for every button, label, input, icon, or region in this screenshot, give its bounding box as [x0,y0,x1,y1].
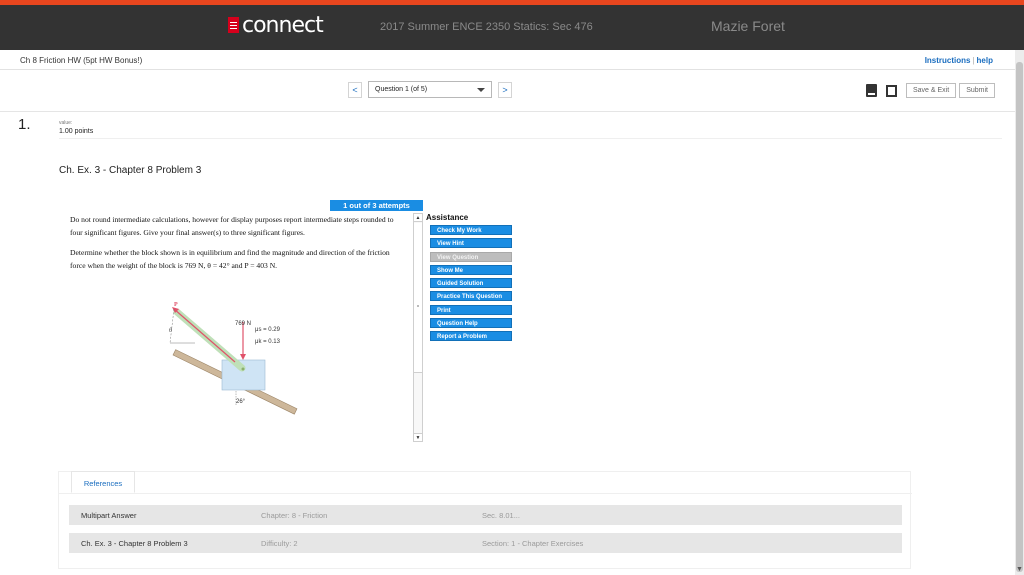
ref-section: Sec. 8.01... [482,511,520,520]
label-theta: θ [169,328,172,334]
ref-type: Multipart Answer [81,511,137,520]
logo-text: connect [242,12,324,38]
connect-logo[interactable]: connect [228,12,324,38]
mcgraw-hill-badge-icon [228,17,239,33]
question-number: 1. [18,116,31,133]
question-select-value: Question 1 (of 5) [375,86,428,93]
problem-text: Do not round intermediate calculations, … [70,213,405,279]
instructions-link[interactable]: Instructions [925,56,971,65]
question-help-button[interactable]: Question Help [430,318,512,329]
problem-title: Ch. Ex. 3 - Chapter 8 Problem 3 [59,165,202,176]
question-navigation: < Question 1 (of 5) > [348,81,512,98]
table-row: Ch. Ex. 3 - Chapter 8 Problem 3 Difficul… [69,533,902,553]
label-incline-angle: 26° [236,399,246,405]
scroll-down-icon[interactable]: ▼ [414,433,422,441]
help-links: Instructions | help [925,56,993,65]
print-icon[interactable] [886,84,897,97]
assistance-title: Assistance [426,213,469,222]
scroll-thumb[interactable] [1016,62,1023,572]
help-link[interactable]: help [977,56,993,65]
submit-button[interactable]: Submit [959,83,995,98]
ref-section: Section: 1 - Chapter Exercises [482,539,584,548]
top-header: connect 2017 Summer ENCE 2350 Statics: S… [0,0,1024,50]
ebook-icon[interactable] [866,84,877,97]
ref-type: Ch. Ex. 3 - Chapter 8 Problem 3 [81,539,188,548]
label-mu-k: μk = 0.13 [255,339,281,345]
show-me-button[interactable]: Show Me [430,264,512,275]
problem-figure: P θ 769 N μs = 0.29 μk = 0.13 26° [169,302,298,415]
attempts-badge: 1 out of 3 attempts [330,200,423,211]
question-scrollbar[interactable]: ▲ ▼ [413,213,423,442]
divider [0,111,1015,112]
prev-question-button[interactable]: < [348,81,362,98]
view-hint-button[interactable]: View Hint [430,238,512,249]
course-title: 2017 Summer ENCE 2350 Statics: Sec 476 [380,21,593,33]
ref-chapter: Chapter: 8 - Friction [261,511,328,520]
scroll-down-icon[interactable]: ▼ [1016,566,1023,573]
scroll-up-icon[interactable]: ▲ [414,214,422,222]
chevron-down-icon [477,88,485,92]
assignment-title: Ch 8 Friction HW (5pt HW Bonus!) [20,56,143,65]
references-panel: References Multipart Answer Chapter: 8 -… [58,471,912,569]
user-name[interactable]: Mazie Foret [711,18,785,34]
scroll-thumb[interactable] [414,223,422,373]
ref-difficulty: Difficulty: 2 [261,539,298,548]
print-button[interactable]: Print [430,304,512,315]
instructions-paragraph: Do not round intermediate calculations, … [70,215,394,237]
table-row: Multipart Answer Chapter: 8 - Friction S… [69,505,902,525]
link-separator: | [972,56,975,65]
report-problem-button[interactable]: Report a Problem [430,331,512,342]
question-select[interactable]: Question 1 (of 5) [368,81,492,98]
value-label: value: [59,120,73,126]
guided-solution-button[interactable]: Guided Solution [430,278,512,289]
practice-question-button[interactable]: Practice This Question [430,291,512,302]
tab-references[interactable]: References [71,471,135,493]
view-question-button: View Question [430,251,512,262]
page-scrollbar[interactable]: ▼ [1015,50,1024,575]
toolbar: Save & Exit Submit [866,83,998,98]
divider [59,138,1002,139]
check-my-work-button[interactable]: Check My Work [430,225,512,235]
points-value: 1.00 points [59,128,94,135]
save-exit-button[interactable]: Save & Exit [906,83,957,98]
problem-statement: Determine whether the block shown is in … [70,248,390,270]
assignment-bar: Ch 8 Friction HW (5pt HW Bonus!) Instruc… [0,50,1015,70]
label-weight: 769 N [235,321,251,327]
block [221,359,266,391]
tab-underline [59,493,912,494]
next-question-button[interactable]: > [498,81,512,98]
label-mu-s: μs = 0.29 [255,327,281,333]
assistance-panel: Assistance Check My Work View Hint View … [426,213,512,345]
label-p: P [174,302,178,308]
